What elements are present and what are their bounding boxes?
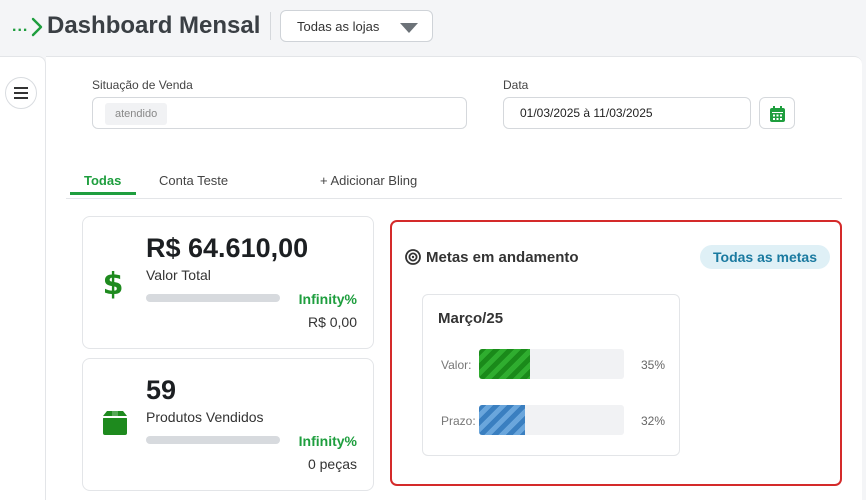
kpi-card-valor-total: $ R$ 64.610,00 Valor Total Infinity% R$ …: [82, 216, 374, 349]
kpi-sub-value: 0 peças: [307, 456, 357, 472]
kpi-percent: Infinity%: [298, 291, 357, 307]
svg-text:$: $: [103, 267, 124, 299]
kpi-label: Valor Total: [146, 267, 211, 283]
kpi-value: R$ 64.610,00: [146, 233, 309, 263]
breadcrumb-dots[interactable]: ...: [12, 18, 28, 36]
chevron-down-icon: [400, 23, 418, 33]
tab-conta-teste[interactable]: Conta Teste: [159, 173, 228, 188]
kpi-sub-value: R$ 0,00: [307, 314, 357, 330]
kpi-percent: Infinity%: [298, 433, 357, 449]
store-select-value: Todas as lojas: [297, 19, 380, 34]
goal-row-percent: 32%: [640, 414, 665, 428]
kpi-card-produtos-vendidos: 59 Produtos Vendidos Infinity% 0 peças: [82, 358, 374, 491]
status-label: Situação de Venda: [92, 78, 193, 92]
left-rail: [0, 56, 46, 500]
kpi-progress-bar: [146, 294, 280, 302]
all-goals-button[interactable]: Todas as metas: [700, 245, 831, 269]
tabs-divider: [66, 198, 842, 199]
active-tab-indicator: [70, 192, 136, 195]
store-select[interactable]: Todas as lojas: [280, 10, 433, 42]
goal-row-label: Valor:: [441, 358, 472, 372]
goal-progress-track: [479, 405, 624, 435]
goals-title: Metas em andamento: [426, 249, 579, 266]
goal-progress-fill: [479, 405, 526, 435]
page-title: Dashboard Mensal: [47, 12, 261, 39]
status-chip[interactable]: atendido: [105, 103, 168, 125]
goal-row-label: Prazo:: [441, 414, 476, 428]
status-input[interactable]: atendido: [92, 97, 467, 129]
goal-progress-track: [479, 349, 624, 379]
chevron-right-icon[interactable]: [31, 17, 43, 37]
kpi-progress-bar: [146, 436, 280, 444]
kpi-value: 59: [146, 375, 177, 405]
goal-row-percent: 35%: [640, 358, 665, 372]
calendar-button[interactable]: [759, 97, 795, 129]
date-label: Data: [503, 78, 529, 92]
header-divider: [270, 12, 271, 40]
dollar-icon: $: [103, 267, 124, 299]
hamburger-icon: [14, 87, 28, 99]
target-icon: [405, 249, 421, 265]
date-input[interactable]: 01/03/2025 à 11/03/2025: [503, 97, 751, 129]
month-title: Março/25: [438, 310, 504, 327]
date-value: 01/03/2025 à 11/03/2025: [520, 106, 653, 120]
goal-progress-fill: [479, 349, 530, 379]
main-panel: Situação de Venda atendido Data 01/03/20…: [46, 56, 862, 500]
tab-todas[interactable]: Todas: [84, 173, 121, 188]
month-goal-card[interactable]: Março/25 Valor: 35% Prazo: 32%: [422, 294, 680, 456]
goals-panel: Metas em andamento Todas as metas Março/…: [390, 220, 842, 486]
page-header: ... Dashboard Mensal Todas as lojas: [0, 0, 866, 54]
kpi-label: Produtos Vendidos: [146, 409, 264, 425]
calendar-icon: [770, 106, 785, 122]
box-icon: [103, 411, 127, 435]
menu-button[interactable]: [5, 77, 37, 109]
tab-adicionar-bling[interactable]: + Adicionar Bling: [320, 173, 417, 188]
